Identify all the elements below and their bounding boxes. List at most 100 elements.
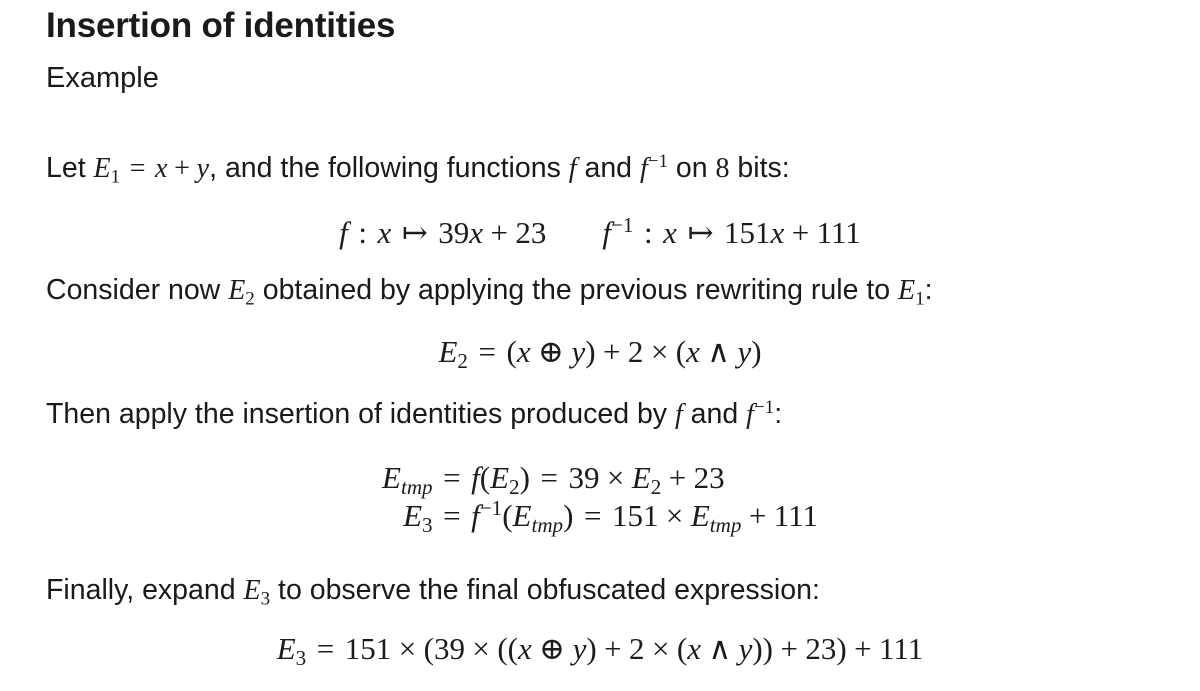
- equation-body: E2 = (x ⊕ y) +2 × (x ∧ y): [438, 334, 762, 371]
- function-f: f: [674, 399, 683, 430]
- variable-x: x: [377, 215, 392, 250]
- variable-y: y: [572, 631, 587, 666]
- text-segment: Consider now: [46, 274, 229, 306]
- paren-close-mid: ): [762, 631, 773, 666]
- variable-x: x: [469, 215, 484, 250]
- operator-times: ×: [665, 497, 684, 533]
- variable-y: y: [738, 631, 753, 666]
- operator-plus: +: [791, 215, 810, 250]
- symbol-E: E: [276, 631, 296, 666]
- equation-rhs: = f−1(Etmp) = 151 × Etmp +111: [443, 497, 818, 535]
- text-segment: Let: [46, 152, 94, 184]
- subscript-3: 3: [260, 588, 271, 610]
- paren-open: (: [479, 460, 491, 495]
- inline-math-e1: E1: [898, 275, 925, 310]
- block-title: Example: [46, 62, 159, 94]
- variable-x: x: [663, 215, 677, 250]
- subscript-3: 3: [295, 645, 307, 670]
- aligned-equations: Etmp = f(E2) = 39 × E2 +23 E3 = f−1(Etmp) = 151 × E…: [382, 459, 818, 535]
- number-2: 2: [629, 631, 645, 666]
- operator-xor: ⊕: [539, 631, 566, 666]
- coefficient: 151: [611, 497, 659, 533]
- paren-close: ): [585, 334, 596, 369]
- paren-open-mid: (: [497, 631, 508, 666]
- lhs-body: Etmp: [382, 460, 443, 497]
- operator-plus: +: [854, 631, 872, 666]
- paragraph-consider-e2: Consider now E2 obtained by applying the…: [46, 274, 933, 310]
- symbol-E: E: [898, 275, 916, 306]
- operator-colon: :: [358, 215, 367, 250]
- equation-lhs: E3: [382, 497, 443, 535]
- operator-plus: +: [748, 497, 767, 533]
- inline-math-e2: E2: [228, 275, 255, 310]
- symbol-E: E: [403, 497, 423, 533]
- text-segment: , and the following functions: [209, 152, 569, 184]
- equation-f-inverse: f−1: x ↦ 151x +111: [602, 215, 860, 250]
- paren-close-inner: ): [586, 631, 597, 666]
- operator-equals: =: [443, 497, 461, 533]
- paren-close-outer: ): [836, 631, 847, 666]
- subscript-tmp: tmp: [709, 512, 742, 537]
- superscript-minus-one: −1: [647, 151, 668, 173]
- paren-close: ): [751, 334, 762, 369]
- operator-times: ×: [650, 334, 669, 369]
- subscript-2: 2: [457, 348, 468, 373]
- constant: 111: [816, 215, 861, 250]
- operator-equals: =: [129, 153, 146, 184]
- paren-close: ): [563, 497, 574, 533]
- operator-xor: ⊕: [538, 334, 565, 369]
- inline-math-bits: 8: [716, 153, 730, 184]
- variable-x: x: [516, 334, 531, 369]
- paragraph-then-apply: Then apply the insertion of identities p…: [46, 398, 782, 431]
- operator-mapsto: ↦: [687, 215, 714, 250]
- constant: 111: [773, 497, 818, 533]
- equation-rhs: = f(E2) = 39 × E2 +23: [443, 459, 818, 497]
- operator-plus: +: [490, 215, 508, 250]
- equation-lhs: Etmp: [382, 459, 443, 497]
- function-f: f: [746, 399, 754, 430]
- operator-and: ∧: [707, 334, 730, 369]
- operator-equals: =: [540, 460, 558, 495]
- text-segment: and: [576, 152, 640, 184]
- inline-math-e3: E3: [244, 575, 271, 610]
- text-segment: :: [924, 274, 933, 306]
- superscript-minus-one: −1: [753, 397, 775, 419]
- inline-math-f: f: [675, 399, 683, 430]
- operator-equals: =: [478, 334, 496, 369]
- function-f: f: [568, 153, 577, 184]
- equation-final-expanded: E3 = 151 × (39 × ((x ⊕ y) +2 × (x ∧ y)) +23) +111: [0, 631, 1200, 670]
- frame-title: Insertion of identities: [46, 6, 396, 45]
- text-segment: to observe the final obfuscated expressi…: [270, 574, 820, 606]
- variable-x: x: [155, 153, 168, 184]
- beamer-slide: Insertion of identities Example Let E1 = x…: [0, 0, 1200, 691]
- coefficient: 151: [723, 215, 771, 250]
- equation-f: f: x ↦ 39x +23: [339, 215, 546, 250]
- operator-times: ×: [472, 631, 490, 666]
- text-segment: on: [667, 152, 716, 184]
- operator-and: ∧: [708, 631, 732, 666]
- symbol-E: E: [631, 460, 651, 495]
- equation-row-e3: E3 = f−1(Etmp) = 151 × Etmp +111: [382, 497, 818, 535]
- operator-equals: =: [443, 460, 461, 495]
- variable-x: x: [517, 631, 532, 666]
- equation-e2: E2 = (x ⊕ y) +2 × (x ∧ y): [0, 334, 1200, 371]
- operator-times: ×: [606, 460, 625, 495]
- subscript-2: 2: [650, 474, 662, 499]
- inline-math-f-inverse: f−1: [746, 397, 775, 430]
- number-2: 2: [627, 334, 644, 369]
- text-segment: :: [774, 398, 783, 430]
- paren-close: ): [519, 460, 530, 495]
- coefficient-outer: 151: [344, 631, 392, 666]
- symbol-E: E: [512, 497, 532, 533]
- operator-times: ×: [651, 631, 670, 666]
- operator-plus: +: [174, 153, 190, 184]
- subscript-2: 2: [245, 288, 255, 310]
- equation-identities-block: Etmp = f(E2) = 39 × E2 +23 E3 = f−1(Etmp) = 151 × E…: [0, 459, 1200, 535]
- text-segment: and: [682, 398, 747, 430]
- subscript-1: 1: [915, 288, 925, 310]
- equation-row-etmp: Etmp = f(E2) = 39 × E2 +23: [382, 459, 818, 497]
- variable-x: x: [687, 631, 701, 666]
- equation-function-definitions: f: x ↦ 39x +23 f−1: x ↦ 151x +111: [0, 215, 1200, 251]
- operator-plus: +: [604, 631, 622, 666]
- superscript-minus-one: −1: [611, 213, 634, 238]
